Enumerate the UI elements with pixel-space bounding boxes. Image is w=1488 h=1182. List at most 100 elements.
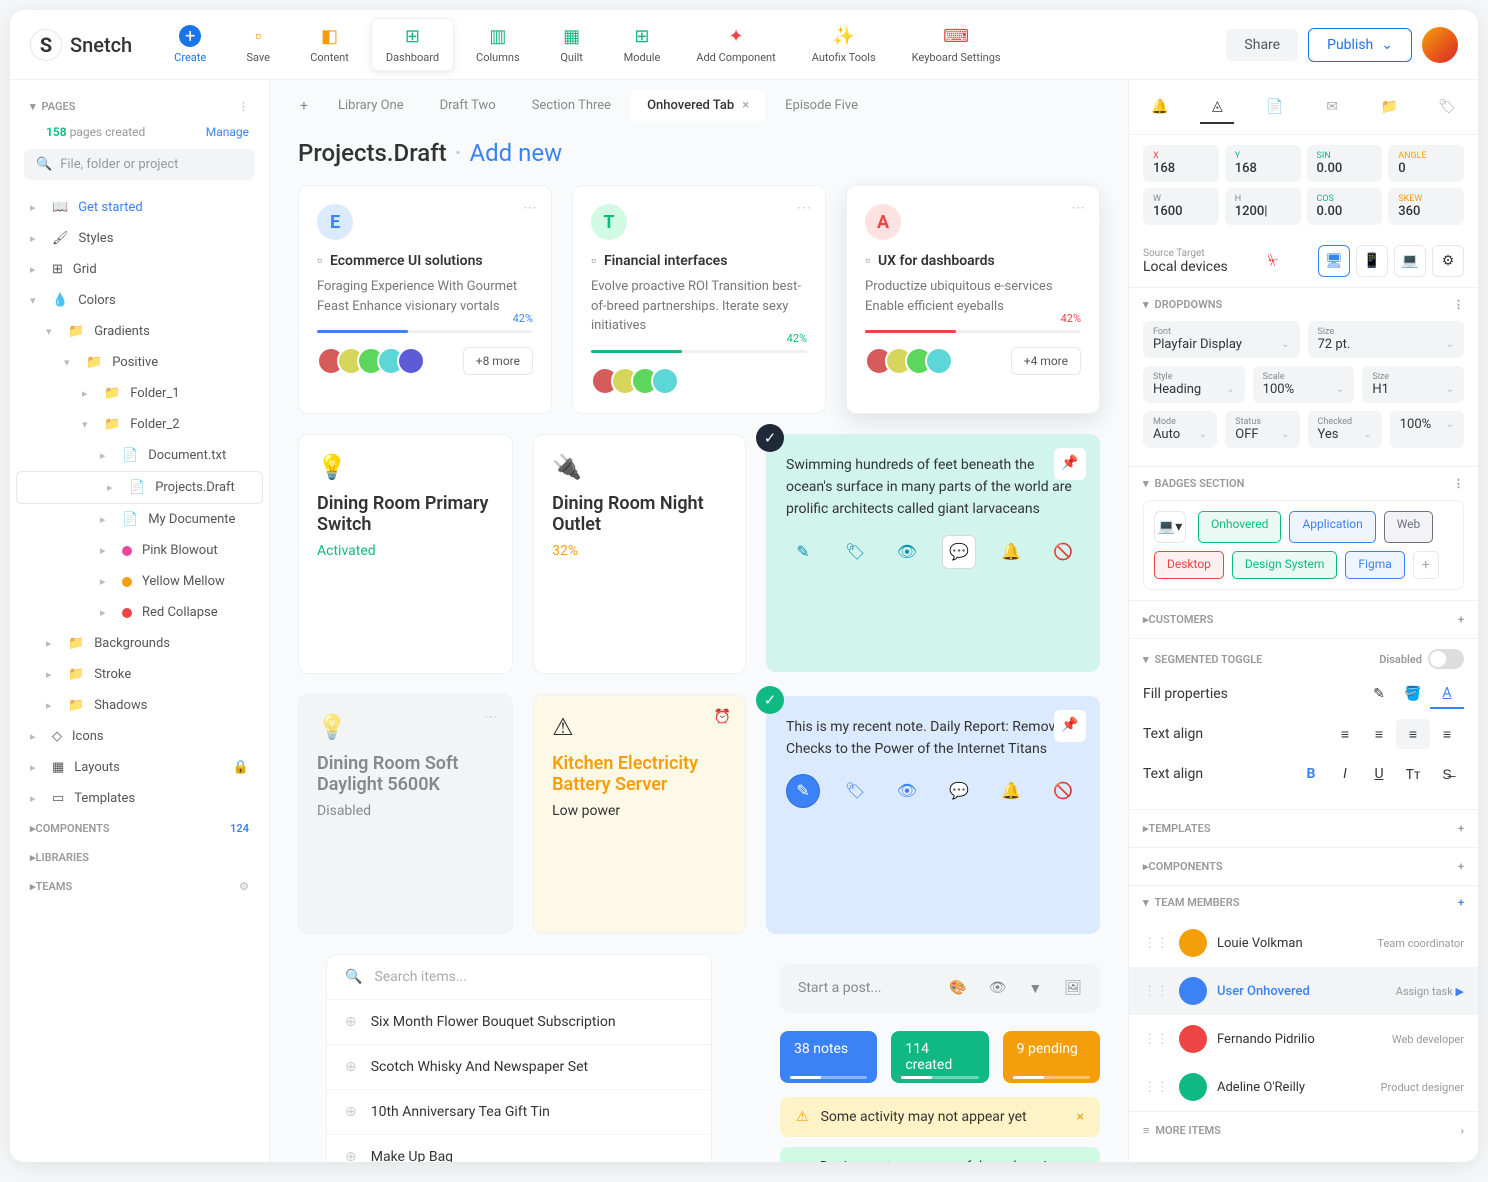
strikethrough[interactable]: S̶ <box>1430 759 1464 789</box>
pin-button[interactable]: 📌 <box>1054 448 1086 480</box>
laptop-device[interactable]: 💻 <box>1394 245 1426 277</box>
nav-folder-1[interactable]: ▸📁Folder_1 <box>10 378 269 409</box>
more-icon[interactable]: ⋮ <box>1453 298 1464 311</box>
bell-icon[interactable]: 🔔 <box>994 774 1028 808</box>
team-member[interactable]: ⋮⋮Louie VolkmanTeam coordinator <box>1129 919 1478 967</box>
chat-icon[interactable]: 💬 <box>942 535 976 569</box>
prop-scale[interactable]: Scale100%⌄ <box>1253 366 1355 403</box>
dashboard-tool[interactable]: ⊞Dashboard <box>371 18 454 71</box>
filter-icon[interactable]: ▼ <box>1028 980 1042 997</box>
badge-onhovered[interactable]: Onhovered <box>1198 511 1281 543</box>
teams-section[interactable]: ▸TEAMS⚙ <box>10 872 269 901</box>
play-icon[interactable]: ▶ <box>1456 985 1464 998</box>
plus-icon[interactable]: + <box>1458 896 1464 909</box>
content-tool[interactable]: ◧Content <box>296 19 363 70</box>
nav-gradients[interactable]: ▾📁Gradients <box>10 316 269 347</box>
stat-badge[interactable]: 114 created <box>891 1031 988 1083</box>
folder-tab[interactable]: 📁 <box>1373 90 1407 124</box>
nav-positive[interactable]: ▾📁Positive <box>10 347 269 378</box>
components-section[interactable]: ▸COMPONENTS+ <box>1129 847 1478 885</box>
tag-tab[interactable]: 🏷 <box>1430 90 1464 124</box>
add-icon[interactable]: ⊕ <box>345 1059 357 1075</box>
add-icon[interactable]: ⊕ <box>345 1104 357 1120</box>
alarm-icon[interactable]: ⏰ <box>714 709 731 725</box>
align-left[interactable]: ≡ <box>1328 719 1362 749</box>
prop-size[interactable]: Size72 pt.⌄ <box>1308 321 1465 358</box>
badge-web[interactable]: Web <box>1384 511 1434 543</box>
tab-onhovered-tab[interactable]: Onhovered Tab× <box>631 90 765 121</box>
gear-icon[interactable]: ⚙ <box>239 880 249 893</box>
nav-document-txt[interactable]: ▸📄Document.txt <box>10 440 269 471</box>
team-member[interactable]: ⋮⋮User OnhoveredAssign task ▶ <box>1129 967 1478 1015</box>
more-items-section[interactable]: ≡MORE ITEMS› <box>1129 1111 1478 1149</box>
badge-application[interactable]: Application <box>1289 511 1375 543</box>
coord-x[interactable]: X168 <box>1143 145 1219 182</box>
add-icon[interactable]: ⊕ <box>345 1014 357 1030</box>
keyboard-tool[interactable]: ⌨Keyboard Settings <box>898 19 1015 70</box>
eye-icon[interactable]: 👁 <box>890 535 924 569</box>
italic[interactable]: I <box>1328 759 1362 789</box>
coord-w[interactable]: W1600 <box>1143 188 1219 225</box>
coord-h[interactable]: H1200| <box>1225 188 1301 225</box>
list-item[interactable]: ⊕10th Anniversary Tea Gift Tin <box>327 1089 711 1134</box>
switch-card[interactable]: 💡Dining Room Primary SwitchActivated <box>298 434 513 674</box>
post-input[interactable]: Start a post... 🎨 👁 ▼ 🖼 <box>780 964 1100 1013</box>
add-icon[interactable]: ⊕ <box>345 1149 357 1163</box>
pen-fill[interactable]: ✎ <box>1362 679 1396 709</box>
desktop-device[interactable]: 🖥 <box>1318 245 1350 277</box>
more-button[interactable]: +4 more <box>1011 347 1081 375</box>
coord-y[interactable]: Y168 <box>1225 145 1301 182</box>
note-card[interactable]: ✓📌Swimming hundreds of feet beneath the … <box>766 434 1100 672</box>
eye-icon[interactable]: 👁 <box>989 980 1007 997</box>
nav-pink-blowout[interactable]: ▸Pink Blowout <box>10 535 269 566</box>
edit-icon[interactable]: ✎ <box>786 774 820 808</box>
nav-styles[interactable]: ▸🖌Styles <box>10 223 269 254</box>
edit-icon[interactable]: ✎ <box>786 535 820 569</box>
nav-yellow-mellow[interactable]: ▸Yellow Mellow <box>10 566 269 597</box>
switch-card[interactable]: ⏰⚠Kitchen Electricity Battery ServerLow … <box>533 694 746 934</box>
badge-figma[interactable]: Figma <box>1345 551 1404 579</box>
publish-button[interactable]: Publish⌄ <box>1308 28 1412 62</box>
sidebar-search[interactable]: 🔍File, folder or project <box>24 149 255 180</box>
image-icon[interactable]: 🖼 <box>1064 980 1082 997</box>
manage-link[interactable]: Manage <box>206 125 249 139</box>
plus-icon[interactable]: + <box>1458 613 1464 626</box>
badge-design-system[interactable]: Design System <box>1232 551 1338 579</box>
hide-icon[interactable]: 🚫 <box>1046 774 1080 808</box>
coord-angle[interactable]: ANGLE0 <box>1388 145 1464 182</box>
align-right[interactable]: ≡ <box>1396 719 1430 749</box>
nav-projects-draft[interactable]: ▸📄Projects.Draft <box>16 471 263 504</box>
tag-icon[interactable]: 🏷 <box>838 774 872 808</box>
save-tool[interactable]: ▫Save <box>228 19 288 70</box>
nav-grid[interactable]: ▸⊞Grid <box>10 254 269 285</box>
file-tab[interactable]: 📄 <box>1258 90 1292 124</box>
mail-tab[interactable]: ✉ <box>1315 90 1349 124</box>
add-tab-button[interactable]: + <box>290 92 318 120</box>
prop-font[interactable]: FontPlayfair Display⌄ <box>1143 321 1300 358</box>
nav-get-started[interactable]: ▸📖Get started <box>10 192 269 223</box>
nav-layouts[interactable]: ▸▦Layouts🔒 <box>10 752 269 783</box>
nav-icons[interactable]: ▸◇Icons <box>10 721 269 752</box>
project-card[interactable]: ⋯T▫Financial interfacesEvolve proactive … <box>572 185 826 414</box>
close-icon[interactable]: × <box>1077 1109 1084 1125</box>
team-member[interactable]: ⋮⋮Adeline O'ReillyProduct designer <box>1129 1063 1478 1111</box>
nav-red-collapse[interactable]: ▸Red Collapse <box>10 597 269 628</box>
coord-cos[interactable]: COS0.00 <box>1307 188 1383 225</box>
bell-icon[interactable]: 🔔 <box>994 535 1028 569</box>
nav-folder-2[interactable]: ▾📁Folder_2 <box>10 409 269 440</box>
columns-tool[interactable]: ▥Columns <box>462 19 534 70</box>
note-card[interactable]: ✓📌This is my recent note. Daily Report: … <box>766 696 1100 934</box>
module-tool[interactable]: ⊞Module <box>610 19 675 70</box>
eye-icon[interactable]: 👁 <box>890 774 924 808</box>
nav-backgrounds[interactable]: ▸📁Backgrounds <box>10 628 269 659</box>
nav-stroke[interactable]: ▸📁Stroke <box>10 659 269 690</box>
templates-section[interactable]: ▸TEMPLATES+ <box>1129 809 1478 847</box>
bell-tab[interactable]: 🔔 <box>1143 90 1177 124</box>
libraries-section[interactable]: ▸LIBRARIES <box>10 843 269 872</box>
quilt-tool[interactable]: ▦Quilt <box>542 19 602 70</box>
add-component-tool[interactable]: ✦Add Component <box>682 19 789 70</box>
card-menu-icon[interactable]: ⋯ <box>1071 200 1085 216</box>
share-button[interactable]: Share <box>1226 29 1298 61</box>
tab-draft-two[interactable]: Draft Two <box>424 90 512 121</box>
badge-desktop[interactable]: Desktop <box>1154 551 1224 579</box>
